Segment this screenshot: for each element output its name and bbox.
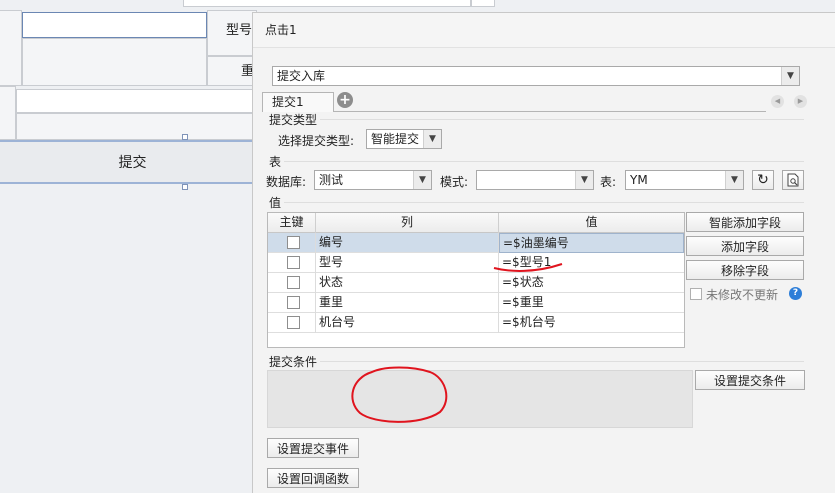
action-type-value: 提交入库: [277, 69, 326, 83]
primary-key-cell: [268, 273, 316, 293]
primary-key-checkbox[interactable]: [287, 296, 300, 309]
primary-key-checkbox[interactable]: [287, 316, 300, 329]
column-header-key[interactable]: 主键: [268, 213, 316, 233]
canvas-cell[interactable]: [16, 113, 257, 140]
section-divider: [284, 202, 804, 203]
column-cell[interactable]: 机台号: [316, 313, 499, 333]
primary-key-checkbox[interactable]: [287, 276, 300, 289]
value-cell[interactable]: =$状态: [499, 273, 684, 293]
canvas-input-cell[interactable]: [16, 89, 257, 113]
canvas-cell[interactable]: [22, 38, 207, 86]
resize-handle[interactable]: [182, 134, 188, 140]
table-row[interactable]: 型号 =$型号1: [268, 253, 684, 273]
canvas-cell[interactable]: [183, 0, 471, 7]
refresh-button[interactable]: ↻: [752, 170, 774, 190]
help-icon[interactable]: ?: [789, 287, 802, 300]
value-cell[interactable]: =$机台号: [499, 313, 684, 333]
table-value: YM: [630, 173, 648, 187]
canvas-cell[interactable]: [0, 10, 22, 86]
value-cell[interactable]: =$重里: [499, 293, 684, 313]
table-row[interactable]: 重里 =$重里: [268, 293, 684, 313]
dialog-title: 点击1: [265, 23, 297, 37]
refresh-icon: ↻: [757, 172, 769, 188]
tab-strip-line: [334, 111, 766, 112]
column-cell[interactable]: 编号: [316, 233, 499, 253]
submit-type-select[interactable]: 智能提交 ▼: [366, 129, 442, 149]
tab-next-icon[interactable]: ▶: [794, 95, 807, 108]
add-tab-icon[interactable]: +: [337, 92, 353, 108]
database-select[interactable]: 测试 ▼: [314, 170, 432, 190]
canvas-selected-cell[interactable]: [22, 12, 207, 38]
table-select[interactable]: YM ▼: [625, 170, 744, 190]
primary-key-cell: [268, 293, 316, 313]
canvas-model-label: 型号: [226, 23, 253, 38]
column-header-value[interactable]: 值: [499, 213, 684, 233]
unchanged-no-update-checkbox[interactable]: [690, 288, 702, 300]
canvas-submit-widget[interactable]: 提交: [0, 140, 265, 184]
submit-type-section-label: 提交类型: [269, 113, 318, 127]
value-cell[interactable]: =$型号1: [499, 253, 684, 273]
primary-key-checkbox[interactable]: [287, 256, 300, 269]
value-section-label: 值: [269, 196, 282, 210]
chevron-down-icon: ▼: [725, 171, 743, 189]
condition-section-label: 提交条件: [269, 355, 318, 369]
remove-field-button[interactable]: 移除字段: [686, 260, 804, 280]
set-callback-button[interactable]: 设置回调函数: [267, 468, 359, 488]
value-cell[interactable]: =$油墨编号: [499, 233, 684, 253]
set-condition-button[interactable]: 设置提交条件: [695, 370, 805, 390]
chevron-down-icon: ▼: [423, 130, 441, 148]
column-header-column[interactable]: 列: [316, 213, 499, 233]
schema-select[interactable]: ▼: [476, 170, 594, 190]
table-header: 主键 列 值: [268, 213, 684, 233]
section-divider: [320, 119, 804, 120]
primary-key-checkbox[interactable]: [287, 236, 300, 249]
unchanged-no-update-label: 未修改不更新: [706, 288, 779, 302]
primary-key-cell: [268, 253, 316, 273]
primary-key-cell: [268, 233, 316, 253]
primary-key-cell: [268, 313, 316, 333]
condition-display-area[interactable]: [267, 370, 693, 428]
chevron-down-icon: ▼: [575, 171, 593, 189]
table-row[interactable]: 机台号 =$机台号: [268, 313, 684, 333]
canvas-cell[interactable]: [0, 86, 16, 140]
table-row[interactable]: 编号 =$油墨编号: [268, 233, 684, 253]
smart-add-field-button[interactable]: 智能添加字段: [686, 212, 804, 232]
canvas-cell[interactable]: [471, 0, 495, 7]
chevron-down-icon: ▼: [413, 171, 431, 189]
table-label: 表:: [600, 175, 617, 189]
set-submit-event-button[interactable]: 设置提交事件: [267, 438, 359, 458]
field-mapping-table: 主键 列 值 编号 =$油墨编号 型号 =$型号1 状态 =$状态 重里 =$重…: [267, 212, 685, 348]
database-value: 测试: [319, 173, 344, 187]
preview-icon: [787, 173, 799, 187]
schema-label: 模式:: [440, 175, 469, 189]
tab-label: 提交1: [272, 95, 304, 109]
resize-handle[interactable]: [182, 184, 188, 190]
section-divider: [320, 361, 804, 362]
table-row[interactable]: 状态 =$状态: [268, 273, 684, 293]
table-section-label: 表: [269, 155, 282, 169]
canvas-submit-label: 提交: [118, 155, 147, 171]
tab-prev-icon[interactable]: ◀: [771, 95, 784, 108]
section-divider: [284, 161, 804, 162]
tab-submit1[interactable]: 提交1: [262, 92, 334, 112]
database-label: 数据库:: [266, 175, 307, 189]
column-cell[interactable]: 重里: [316, 293, 499, 313]
chevron-down-icon: ▼: [781, 67, 799, 85]
add-field-button[interactable]: 添加字段: [686, 236, 804, 256]
column-cell[interactable]: 状态: [316, 273, 499, 293]
column-cell[interactable]: 型号: [316, 253, 499, 273]
submit-type-value: 智能提交: [371, 132, 420, 146]
action-type-select[interactable]: 提交入库 ▼: [272, 66, 800, 86]
submit-type-label: 选择提交类型:: [278, 134, 355, 148]
preview-table-button[interactable]: [782, 170, 804, 190]
